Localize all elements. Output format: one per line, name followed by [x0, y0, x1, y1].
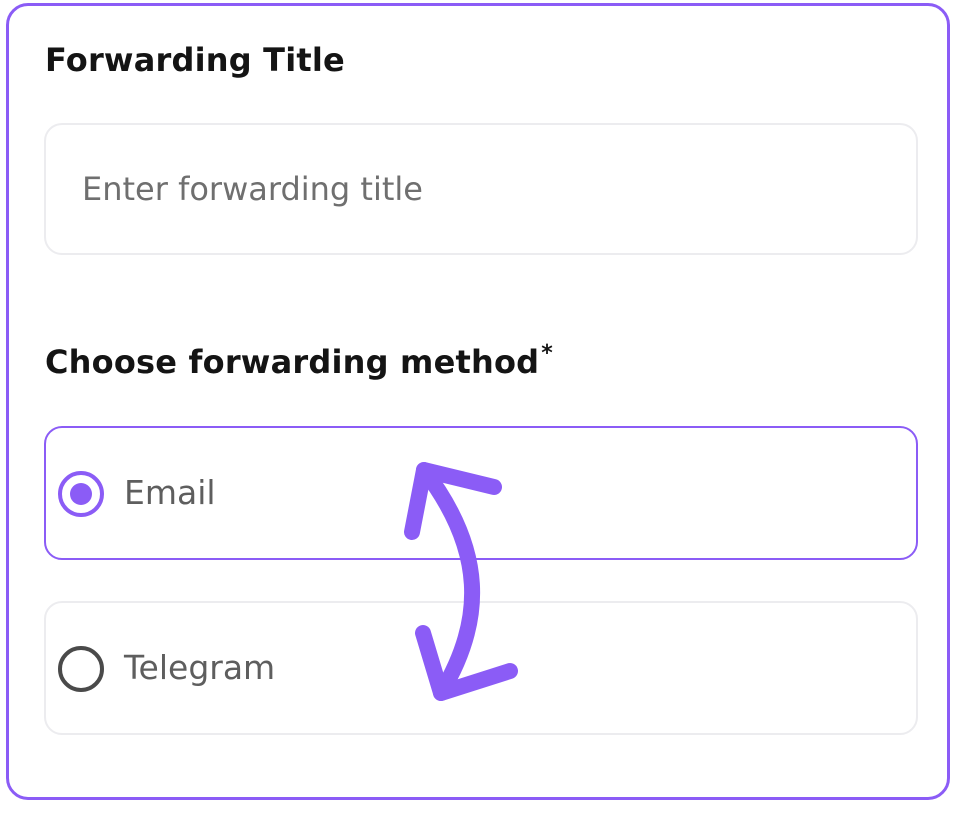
method-option-telegram-label: Telegram	[124, 648, 276, 687]
method-option-telegram[interactable]: Telegram	[44, 601, 918, 735]
forwarding-title-label: Forwarding Title	[45, 41, 345, 79]
method-option-email-label: Email	[124, 473, 216, 512]
forwarding-title-field[interactable]	[44, 123, 918, 255]
method-option-email[interactable]: Email	[44, 426, 918, 560]
radio-unselected-icon[interactable]	[58, 646, 104, 692]
forwarding-title-input[interactable]	[82, 125, 882, 253]
required-mark: *	[541, 341, 553, 366]
radio-selected-icon[interactable]	[58, 471, 104, 517]
forwarding-method-label: Choose forwarding method*	[45, 341, 553, 381]
forwarding-method-label-text: Choose forwarding method	[45, 343, 540, 381]
